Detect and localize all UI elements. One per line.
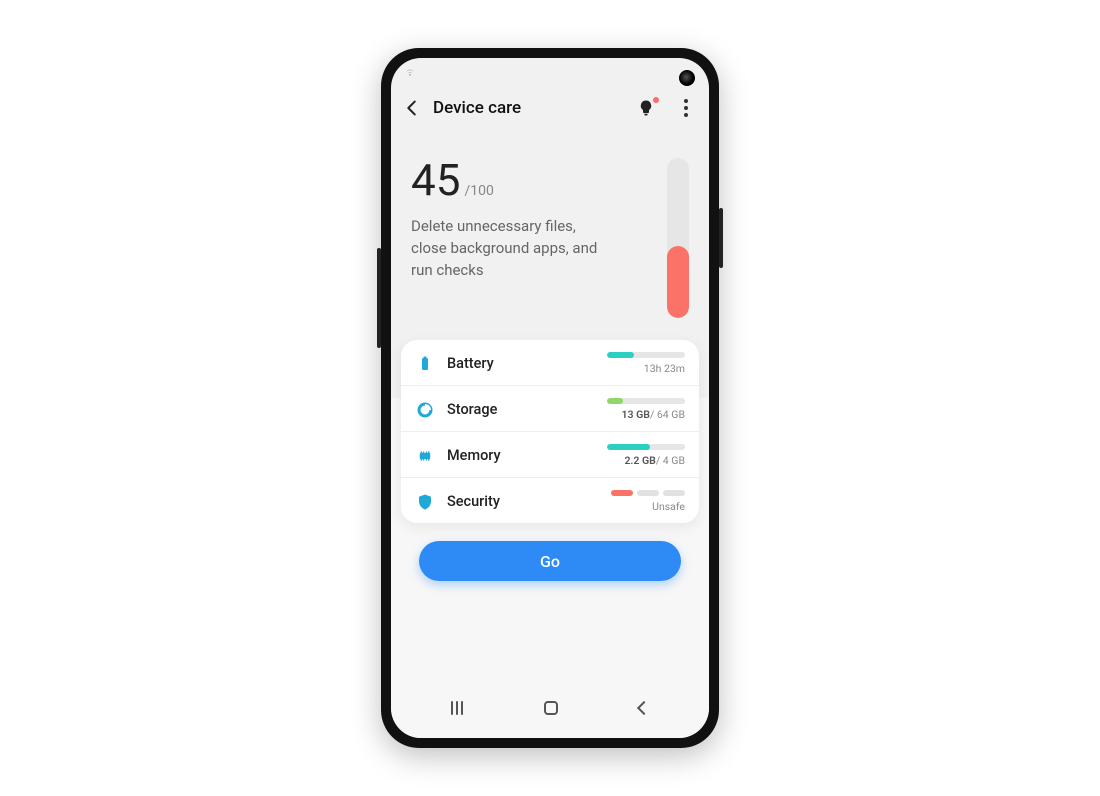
memory-bar-fill <box>607 444 650 450</box>
storage-icon <box>415 400 435 420</box>
score-meter-fill <box>667 246 689 318</box>
wifi-icon <box>403 64 417 78</box>
battery-label: Battery <box>447 355 494 372</box>
memory-bar <box>607 444 685 450</box>
more-menu-button[interactable] <box>679 99 693 117</box>
memory-icon <box>415 446 435 466</box>
battery-bar <box>607 352 685 358</box>
tips-icon[interactable] <box>637 99 655 117</box>
nav-back-button[interactable] <box>637 701 651 715</box>
battery-value: 13h 23m <box>607 362 685 375</box>
score-message: Delete unnecessary files, close backgrou… <box>411 216 601 281</box>
memory-row[interactable]: Memory 2.2 GB/ 4 GB <box>401 432 699 478</box>
score-section: 45/100 Delete unnecessary files, close b… <box>391 132 709 348</box>
security-row[interactable]: Security Unsafe <box>401 478 699 523</box>
memory-label: Memory <box>447 447 501 464</box>
storage-value: 13 GB/ 64 GB <box>607 408 685 421</box>
home-button[interactable] <box>544 701 558 715</box>
security-segments <box>607 490 685 496</box>
battery-icon <box>415 354 435 374</box>
shield-icon <box>415 492 435 512</box>
metrics-card: Battery 13h 23m Storage 13 GB/ 64 GB <box>401 340 699 523</box>
app-bar: Device care <box>391 84 709 132</box>
nav-bar <box>391 686 709 730</box>
go-button[interactable]: Go <box>419 541 681 581</box>
notification-dot <box>653 97 659 103</box>
battery-row[interactable]: Battery 13h 23m <box>401 340 699 386</box>
storage-bar <box>607 398 685 404</box>
status-bar <box>391 58 709 84</box>
security-seg-3 <box>663 490 685 496</box>
storage-label: Storage <box>447 401 497 418</box>
battery-bar-fill <box>607 352 634 358</box>
score-meter <box>667 158 689 318</box>
storage-bar-fill <box>607 398 623 404</box>
memory-value: 2.2 GB/ 4 GB <box>607 454 685 467</box>
front-camera <box>679 70 695 86</box>
security-seg-2 <box>637 490 659 496</box>
storage-row[interactable]: Storage 13 GB/ 64 GB <box>401 386 699 432</box>
recents-button[interactable] <box>451 701 463 715</box>
back-button[interactable] <box>401 97 423 119</box>
score-max: /100 <box>464 183 493 199</box>
page-title: Device care <box>433 98 627 118</box>
security-label: Security <box>447 493 500 510</box>
security-seg-1 <box>611 490 633 496</box>
security-status: Unsafe <box>607 500 685 513</box>
score-value: 45 <box>411 158 460 202</box>
